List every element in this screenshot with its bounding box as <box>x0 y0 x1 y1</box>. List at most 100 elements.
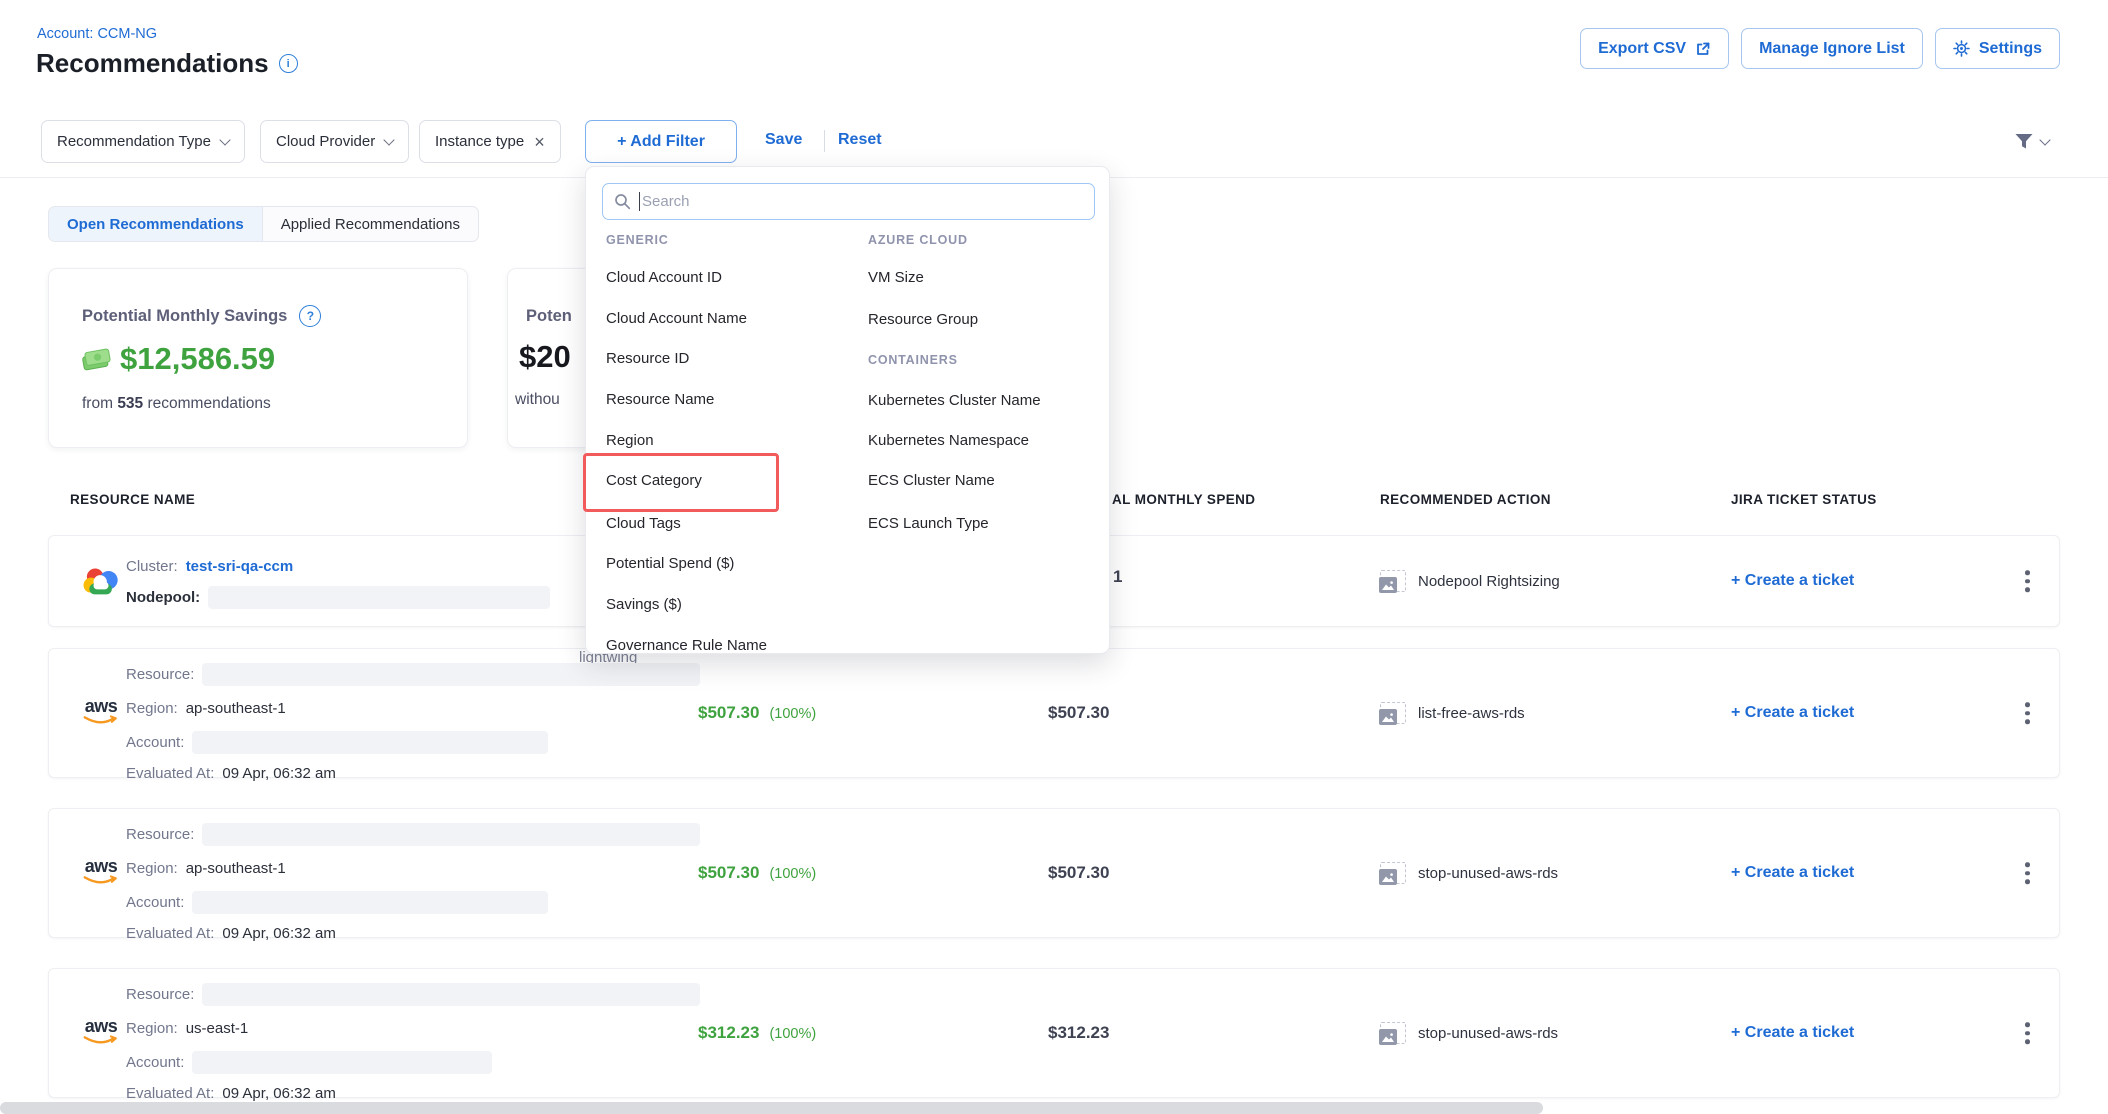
chevron-down-icon <box>384 134 395 145</box>
chip-label: Instance type <box>435 133 524 150</box>
info-icon[interactable]: i <box>279 54 298 73</box>
menu-item-resource-id[interactable]: Resource ID <box>606 350 689 367</box>
money-icon <box>80 346 112 373</box>
menu-item-vm-size[interactable]: VM Size <box>868 269 924 286</box>
menu-item-cloud-account-id[interactable]: Cloud Account ID <box>606 269 722 286</box>
export-csv-label: Export CSV <box>1598 40 1686 58</box>
recommended-action-label: list-free-aws-rds <box>1418 705 1525 722</box>
account-label: Account: <box>126 734 184 751</box>
redacted-value <box>208 586 550 609</box>
header-actions: Export CSV Manage Ignore List Settings <box>1580 28 2060 69</box>
savings-value: $507.30 <box>698 703 759 723</box>
manage-ignore-list-button[interactable]: Manage Ignore List <box>1741 28 1923 69</box>
filter-panel-toggle[interactable] <box>2014 133 2049 150</box>
redacted-value <box>202 983 700 1006</box>
aws-icon: aws <box>79 697 123 726</box>
menu-item-cloud-account-name[interactable]: Cloud Account Name <box>606 310 747 327</box>
table-row[interactable]: lightwing aws Resource: Region: ap-south… <box>48 648 2060 778</box>
evaluated-at-value: 09 Apr, 06:32 am <box>222 765 335 782</box>
menu-item-savings[interactable]: Savings ($) <box>606 596 682 613</box>
filter-chip-instance-type[interactable]: Instance type × <box>419 120 561 163</box>
menu-item-kubernetes-namespace[interactable]: Kubernetes Namespace <box>868 432 1029 449</box>
table-row[interactable]: aws Resource: Region: us-east-1 Account:… <box>48 968 2060 1098</box>
column-header-recommended-action: RECOMMENDED ACTION <box>1380 492 1551 507</box>
settings-label: Settings <box>1979 40 2042 58</box>
column-header-jira-ticket-status: JIRA TICKET STATUS <box>1731 492 1877 507</box>
breadcrumb[interactable]: Account: CCM-NG <box>37 26 157 42</box>
reset-filter-link[interactable]: Reset <box>838 131 882 149</box>
redacted-value <box>192 731 548 754</box>
page-title-row: Recommendations i <box>36 48 298 79</box>
create-ticket-link[interactable]: + Create a ticket <box>1731 864 1854 882</box>
potential-monthly-savings-card: Potential Monthly Savings ? $12,586.59 f… <box>48 268 468 448</box>
chevron-down-icon <box>2039 134 2050 145</box>
menu-item-kubernetes-cluster-name[interactable]: Kubernetes Cluster Name <box>868 392 1041 409</box>
save-filter-link[interactable]: Save <box>765 131 802 149</box>
settings-button[interactable]: Settings <box>1935 28 2060 69</box>
page-title: Recommendations <box>36 48 269 79</box>
evaluated-at-label: Evaluated At: <box>126 1085 214 1102</box>
filter-chip-recommendation-type[interactable]: Recommendation Type <box>41 120 245 163</box>
gear-icon <box>1953 40 1970 57</box>
savings-sub-count: 535 <box>117 395 143 412</box>
savings-percent: (100%) <box>769 866 816 882</box>
menu-item-region[interactable]: Region <box>606 432 654 449</box>
menu-item-cloud-tags[interactable]: Cloud Tags <box>606 515 681 532</box>
search-field[interactable] <box>602 183 1095 220</box>
row-menu-button[interactable] <box>2021 566 2034 596</box>
horizontal-scrollbar[interactable] <box>0 1102 1543 1114</box>
region-value: ap-southeast-1 <box>186 700 286 717</box>
aws-icon: aws <box>79 857 123 886</box>
create-ticket-link[interactable]: + Create a ticket <box>1731 704 1854 722</box>
help-icon[interactable]: ? <box>299 305 321 327</box>
menu-group-containers: CONTAINERS <box>868 353 958 367</box>
menu-item-ecs-cluster-name[interactable]: ECS Cluster Name <box>868 472 995 489</box>
recommendations-tabs: Open Recommendations Applied Recommendat… <box>48 206 479 242</box>
savings-percent: (100%) <box>769 706 816 722</box>
menu-item-governance-rule-name[interactable]: Governance Rule Name <box>606 637 767 654</box>
tab-applied-recommendations[interactable]: Applied Recommendations <box>262 207 478 241</box>
close-icon[interactable]: × <box>534 133 545 151</box>
create-ticket-link[interactable]: + Create a ticket <box>1731 1024 1854 1042</box>
resource-label: Resource: <box>126 986 194 1003</box>
menu-item-potential-spend[interactable]: Potential Spend ($) <box>606 555 734 572</box>
highlight-annotation-cost-category <box>583 453 779 512</box>
spend-card-sub-fragment: withou <box>515 391 560 409</box>
monthly-spend-value: $507.30 <box>1048 863 1109 883</box>
chip-label: Cloud Provider <box>276 133 375 150</box>
cluster-name-link[interactable]: test-sri-qa-ccm <box>186 558 294 575</box>
image-placeholder-icon <box>1380 570 1406 592</box>
menu-item-ecs-launch-type[interactable]: ECS Launch Type <box>868 515 989 532</box>
image-placeholder-icon <box>1380 1022 1406 1044</box>
table-row[interactable]: aws Resource: Region: ap-southeast-1 Acc… <box>48 808 2060 938</box>
funnel-icon <box>2014 133 2034 150</box>
monthly-spend-value-partial: 1 <box>1113 567 1122 587</box>
redacted-value <box>192 1051 492 1074</box>
export-csv-button[interactable]: Export CSV <box>1580 28 1729 69</box>
add-filter-button[interactable]: + Add Filter <box>585 120 737 163</box>
search-input[interactable] <box>642 193 1083 210</box>
row-menu-button[interactable] <box>2021 698 2034 728</box>
chip-label: Recommendation Type <box>57 133 211 150</box>
filter-chip-cloud-provider[interactable]: Cloud Provider <box>260 120 409 163</box>
redacted-value <box>202 663 700 686</box>
aws-icon: aws <box>79 1017 123 1046</box>
external-link-icon <box>1695 41 1711 57</box>
evaluated-at-label: Evaluated At: <box>126 765 214 782</box>
account-label: Account: <box>126 1054 184 1071</box>
evaluated-at-label: Evaluated At: <box>126 925 214 942</box>
column-header-total-monthly-spend: AL MONTHLY SPEND <box>1112 492 1255 507</box>
column-header-resource-name: RESOURCE NAME <box>70 492 195 507</box>
row-menu-button[interactable] <box>2021 1018 2034 1048</box>
cluster-label: Cluster: <box>126 558 178 575</box>
tab-open-recommendations[interactable]: Open Recommendations <box>49 207 262 241</box>
menu-item-resource-name[interactable]: Resource Name <box>606 391 714 408</box>
menu-item-resource-group[interactable]: Resource Group <box>868 311 978 328</box>
gcp-icon <box>81 564 121 603</box>
region-value: us-east-1 <box>186 1020 249 1037</box>
menu-group-azure-cloud: AZURE CLOUD <box>868 233 968 247</box>
monthly-savings-cell: $312.23 (100%) <box>698 1023 816 1043</box>
create-ticket-link[interactable]: + Create a ticket <box>1731 572 1854 590</box>
evaluated-at-value: 09 Apr, 06:32 am <box>222 925 335 942</box>
row-menu-button[interactable] <box>2021 858 2034 888</box>
